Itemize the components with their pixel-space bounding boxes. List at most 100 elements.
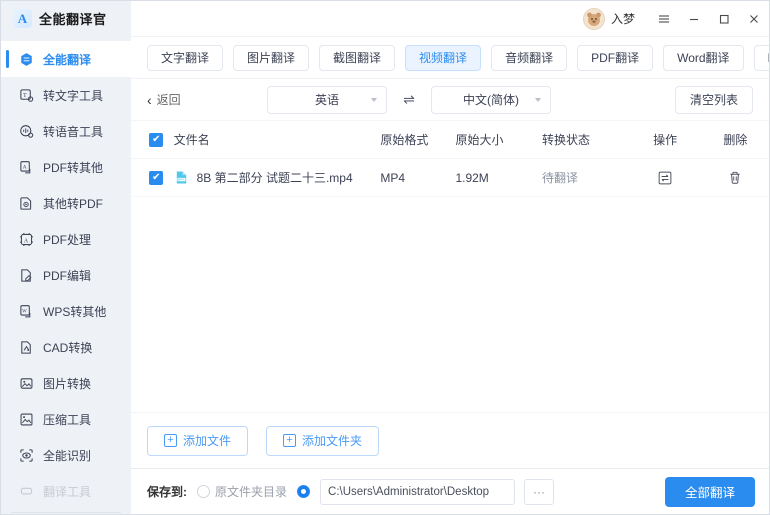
close-icon[interactable] bbox=[739, 2, 769, 36]
tab-screenshot-translate[interactable]: 截图翻译 bbox=[319, 44, 396, 71]
window-controls bbox=[649, 2, 769, 36]
source-language-select[interactable]: 英语 bbox=[267, 85, 387, 114]
sidebar-item-label: 压缩工具 bbox=[43, 412, 92, 427]
save-original-folder-label: 原文件夹目录 bbox=[215, 485, 288, 499]
sidebar-item-wps-convert[interactable]: W WPS转其他 bbox=[1, 293, 131, 329]
row-delete-cell bbox=[702, 167, 769, 189]
table-row[interactable]: ✔ MP4 8B 第二部分 试题二十三.mp4 MP4 1.92M 待翻译 bbox=[131, 159, 769, 197]
sidebar-item-recognize[interactable]: 全能识别 bbox=[1, 437, 131, 473]
menu-icon[interactable] bbox=[649, 2, 679, 36]
sidebar-item-label: WPS转其他 bbox=[43, 304, 107, 319]
column-header-delete: 删除 bbox=[723, 133, 748, 147]
sidebar-item-other-to-pdf[interactable]: 其他转PDF bbox=[1, 185, 131, 221]
svg-text:W: W bbox=[22, 309, 27, 314]
sidebar-item-label: 翻译工具 bbox=[43, 484, 92, 499]
avatar[interactable] bbox=[582, 7, 605, 30]
column-header-operation: 操作 bbox=[653, 133, 678, 147]
recognize-icon bbox=[18, 447, 34, 463]
sidebar-item-label: 全能识别 bbox=[43, 448, 92, 463]
sidebar-item-cad-convert[interactable]: CAD转换 bbox=[1, 329, 131, 365]
title-bar: A 全能翻译官 入梦 bbox=[1, 1, 769, 37]
tab-image-translate[interactable]: 图片翻译 bbox=[233, 44, 310, 71]
voice-tool-icon bbox=[18, 123, 34, 139]
app-title: 全能翻译官 bbox=[39, 12, 107, 27]
other-to-pdf-icon bbox=[18, 195, 34, 211]
window-body: 全能翻译 T 转文字工具 转语音工具 A PDF转其他 其他转PDF A PDF… bbox=[1, 37, 769, 514]
target-language-select[interactable]: 中文(简体) bbox=[431, 85, 551, 114]
application-window: A 全能翻译官 入梦 全能翻译 T 转文字工具 转语音工具 A PDF转其他 其… bbox=[0, 0, 770, 515]
pdf-process-icon: A bbox=[18, 231, 34, 247]
tab-text-translate[interactable]: 文字翻译 bbox=[147, 44, 224, 71]
tab-pdf-translate[interactable]: PDF翻译 bbox=[577, 44, 654, 71]
sidebar-item-pdf-edit[interactable]: PDF编辑 bbox=[1, 257, 131, 293]
browse-path-button[interactable]: ··· bbox=[524, 478, 555, 505]
tab-audio-translate[interactable]: 音频翻译 bbox=[491, 44, 568, 71]
select-all-checkbox[interactable]: ✔ bbox=[139, 132, 174, 147]
column-header-name: 文件名 bbox=[173, 133, 210, 147]
swap-languages-icon[interactable]: ⇌ bbox=[387, 91, 431, 108]
row-status: 待翻译 bbox=[542, 171, 579, 185]
checkbox-checked-icon: ✔ bbox=[149, 132, 164, 147]
sidebar: 全能翻译 T 转文字工具 转语音工具 A PDF转其他 其他转PDF A PDF… bbox=[1, 37, 131, 514]
sidebar-item-label: PDF处理 bbox=[43, 232, 92, 247]
row-file-name-cell: MP4 8B 第二部分 试题二十三.mp4 bbox=[174, 169, 381, 186]
sidebar-item-image-convert[interactable]: 图片转换 bbox=[1, 365, 131, 401]
sidebar-item-text-tool[interactable]: T 转文字工具 bbox=[1, 77, 131, 113]
plus-icon: + bbox=[164, 434, 177, 447]
clear-list-button[interactable]: 清空列表 bbox=[674, 85, 753, 114]
sidebar-item-compress-tool[interactable]: 压缩工具 bbox=[1, 401, 131, 437]
sidebar-item-pdf-process[interactable]: A PDF处理 bbox=[1, 221, 131, 257]
column-header-size: 原始大小 bbox=[455, 133, 504, 147]
tab-video-translate[interactable]: 视频翻译 bbox=[405, 44, 482, 71]
pdf-to-other-icon: A bbox=[18, 159, 34, 175]
sidebar-item-cut-off[interactable]: 翻译工具 bbox=[1, 473, 131, 509]
sidebar-item-label: 转文字工具 bbox=[43, 88, 104, 103]
add-folder-button[interactable]: + 添加文件夹 bbox=[266, 425, 380, 456]
row-format: MP4 bbox=[380, 170, 406, 185]
chevron-down-icon bbox=[535, 97, 541, 102]
svg-text:A: A bbox=[22, 164, 26, 170]
add-actions-row: + 添加文件 + 添加文件夹 bbox=[131, 412, 769, 468]
cut-off-icon bbox=[18, 483, 34, 499]
sidebar-divider bbox=[11, 512, 121, 513]
save-custom-path-option[interactable] bbox=[297, 485, 311, 498]
svg-text:T: T bbox=[23, 93, 27, 99]
cad-convert-icon bbox=[18, 339, 34, 355]
trash-icon[interactable] bbox=[724, 167, 746, 189]
wps-convert-icon: W bbox=[18, 303, 34, 319]
app-logo-letter: A bbox=[17, 10, 28, 26]
save-path-input[interactable]: C:\Users\Administrator\Desktop bbox=[320, 478, 516, 505]
tab-excel-translate[interactable]: Excel翻译 bbox=[753, 44, 769, 71]
sidebar-item-label: CAD转换 bbox=[43, 340, 93, 355]
translate-icon bbox=[18, 51, 34, 67]
row-checkbox[interactable]: ✔ bbox=[139, 170, 174, 185]
save-original-folder-option[interactable]: 原文件夹目录 bbox=[197, 483, 287, 500]
target-language-value: 中文(简体) bbox=[463, 93, 519, 107]
row-operation-cell bbox=[629, 167, 702, 189]
save-path-value: C:\Users\Administrator\Desktop bbox=[328, 485, 490, 498]
svg-text:A: A bbox=[23, 238, 28, 244]
back-button[interactable]: ‹ 返回 bbox=[147, 91, 267, 108]
checkbox-checked-icon: ✔ bbox=[149, 170, 164, 185]
sidebar-item-voice-tool[interactable]: 转语音工具 bbox=[1, 113, 131, 149]
translate-all-button[interactable]: 全部翻译 bbox=[665, 476, 755, 507]
source-language-value: 英语 bbox=[314, 93, 339, 107]
sidebar-item-pdf-to-other[interactable]: A PDF转其他 bbox=[1, 149, 131, 185]
sidebar-item-label: PDF编辑 bbox=[43, 268, 92, 283]
chevron-down-icon bbox=[371, 97, 377, 102]
row-size: 1.92M bbox=[455, 170, 489, 185]
compress-tool-icon bbox=[18, 411, 34, 427]
sidebar-item-label: 图片转换 bbox=[43, 376, 92, 391]
svg-text:MP4: MP4 bbox=[178, 178, 184, 182]
minimize-icon[interactable] bbox=[679, 2, 709, 36]
maximize-icon[interactable] bbox=[709, 2, 739, 36]
text-tool-icon: T bbox=[18, 87, 34, 103]
user-area[interactable]: 入梦 bbox=[582, 7, 635, 30]
sidebar-item-all-translate[interactable]: 全能翻译 bbox=[1, 41, 131, 77]
brand-area: A 全能翻译官 bbox=[1, 1, 131, 37]
main-panel: 文字翻译 图片翻译 截图翻译 视频翻译 音频翻译 PDF翻译 Word翻译 Ex… bbox=[131, 37, 769, 514]
tab-word-translate[interactable]: Word翻译 bbox=[663, 44, 744, 71]
add-file-button[interactable]: + 添加文件 bbox=[147, 425, 249, 456]
convert-icon[interactable] bbox=[654, 167, 676, 189]
add-file-label: 添加文件 bbox=[183, 434, 232, 448]
